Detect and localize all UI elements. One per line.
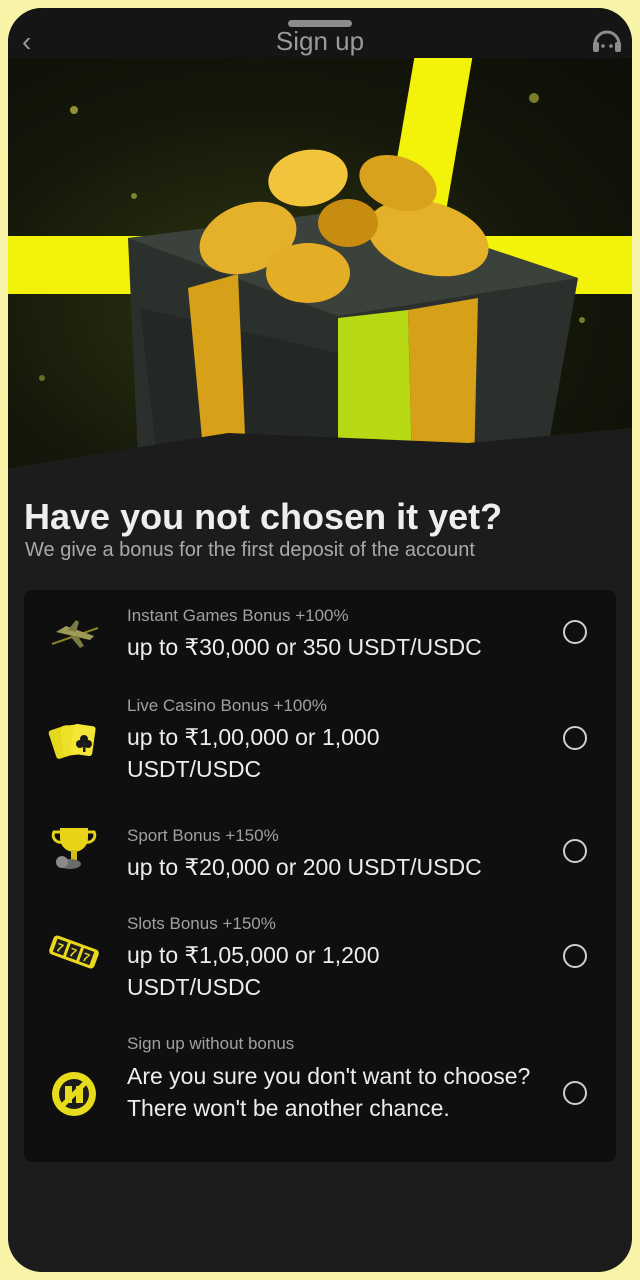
- bonus-option-value: up to ₹20,000 or 200 USDT/USDC: [127, 854, 482, 880]
- bonus-option-radio[interactable]: [563, 1081, 587, 1105]
- bonus-option-label: Instant Games Bonus +100%: [127, 606, 349, 625]
- gift-box-illustration: [8, 48, 632, 478]
- bonus-option-radio[interactable]: [563, 839, 587, 863]
- top-bar: ‹ Sign up: [8, 8, 632, 58]
- playing-cards-icon: [46, 713, 102, 769]
- bonus-option-radio[interactable]: [563, 620, 587, 644]
- bonus-option-live-casino[interactable]: Live Casino Bonus +100% up to ₹1,00,000 …: [24, 682, 616, 804]
- bonus-option-radio[interactable]: [563, 944, 587, 968]
- page-title: Sign up: [275, 26, 365, 56]
- page-subheading: We give a bonus for the first deposit of…: [25, 539, 475, 561]
- bonus-option-value: up to ₹30,000 or 350 USDT/USDC: [127, 634, 482, 660]
- no-gift-icon: [46, 1066, 102, 1122]
- bonus-option-value: up to ₹1,00,000 or 1,000 USDT/USDC: [127, 724, 380, 782]
- bonus-option-slots[interactable]: 7 7 7 Slots Bonus +150% up to ₹1,05,000 …: [24, 894, 616, 1014]
- bonus-option-label: Sport Bonus +150%: [127, 826, 279, 845]
- bonus-option-sport[interactable]: Sport Bonus +150% up to ₹20,000 or 200 U…: [24, 804, 616, 894]
- bonus-option-instant-games[interactable]: Instant Games Bonus +100% up to ₹30,000 …: [24, 590, 616, 682]
- bonus-option-value: Are you sure you don't want to choose? T…: [127, 1063, 531, 1121]
- bonus-option-value: up to ₹1,05,000 or 1,200 USDT/USDC: [127, 942, 380, 1000]
- bonus-option-label: Sign up without bonus: [127, 1034, 295, 1053]
- page-heading: Have you not chosen it yet?: [24, 496, 503, 537]
- bonus-option-no-bonus[interactable]: Sign up without bonus Are you sure you d…: [24, 1014, 616, 1162]
- headset-icon[interactable]: [590, 26, 624, 61]
- slot-reels-icon: 7 7 7: [46, 924, 102, 980]
- bonus-options-list: Instant Games Bonus +100% up to ₹30,000 …: [24, 590, 616, 1162]
- airplane-icon: [46, 606, 102, 662]
- gift-banner: [8, 48, 632, 478]
- signup-sheet: ‹ Sign up Have you not chosen it yet? We…: [8, 8, 632, 1272]
- trophy-icon: [46, 820, 102, 876]
- bonus-option-label: Live Casino Bonus +100%: [127, 696, 327, 715]
- bonus-option-radio[interactable]: [563, 726, 587, 750]
- bonus-option-label: Slots Bonus +150%: [127, 914, 276, 933]
